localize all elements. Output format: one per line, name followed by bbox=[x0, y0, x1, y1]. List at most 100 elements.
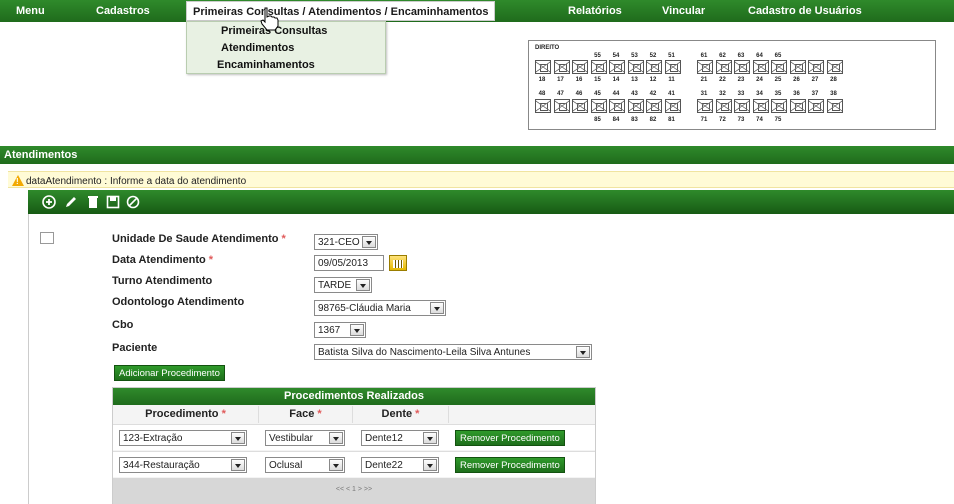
tooth-number-label: 72 bbox=[719, 117, 726, 123]
remove-procedure-button[interactable]: Remover Procedimento bbox=[455, 430, 565, 446]
chevron-down-icon bbox=[350, 324, 364, 336]
tooth-number-label: 28 bbox=[830, 77, 837, 83]
tooth-48[interactable] bbox=[535, 99, 551, 113]
tooth-18[interactable] bbox=[535, 60, 551, 74]
column-header-procedimento: Procedimento * bbox=[113, 406, 259, 423]
dente-select[interactable]: Dente12 bbox=[361, 430, 439, 446]
top-menu-bar: Menu Cadastros Primeiras Consultas / Ate… bbox=[0, 0, 954, 22]
dropdown-item-atendimentos[interactable]: Atendimentos bbox=[221, 42, 294, 54]
odontogram: DIREITO 55 54 53 52 51 61 62 63 64 65 18 17 16 15 14 13… bbox=[528, 40, 936, 130]
tooth-21[interactable] bbox=[697, 60, 713, 74]
panel-title: Atendimentos bbox=[0, 146, 954, 164]
tooth-47[interactable] bbox=[553, 99, 570, 113]
procedimento-select[interactable]: 344-Restauração bbox=[119, 457, 247, 473]
data-atendimento-input[interactable]: 09/05/2013 bbox=[314, 255, 384, 271]
menu-item-cadastros[interactable]: Cadastros bbox=[96, 5, 150, 17]
chevron-down-icon bbox=[231, 459, 245, 471]
menu-item-vincular[interactable]: Vincular bbox=[662, 5, 705, 17]
menu-item-cadastro-usuarios[interactable]: Cadastro de Usuários bbox=[748, 5, 862, 17]
procedimento-select[interactable]: 123-Extração bbox=[119, 430, 247, 446]
calendar-icon[interactable] bbox=[389, 255, 407, 271]
delete-icon[interactable] bbox=[86, 195, 100, 209]
tooth-35[interactable] bbox=[771, 99, 787, 113]
tooth-number-label: 55 bbox=[594, 53, 601, 59]
tooth-number-label: 44 bbox=[612, 91, 620, 97]
row-select-checkbox[interactable] bbox=[40, 232, 54, 244]
paciente-label: Paciente bbox=[112, 342, 158, 354]
menu-item-menu[interactable]: Menu bbox=[16, 5, 45, 17]
add-icon[interactable] bbox=[42, 195, 56, 209]
tooth-44[interactable] bbox=[609, 99, 625, 113]
tooth-28[interactable] bbox=[826, 60, 843, 74]
unidade-select[interactable]: 321-CEO bbox=[314, 234, 378, 250]
menu-item-consultas[interactable]: Primeiras Consultas / Atendimentos / Enc… bbox=[186, 1, 496, 21]
tooth-46[interactable] bbox=[572, 99, 588, 113]
tooth-31[interactable] bbox=[697, 99, 713, 113]
turno-select[interactable]: TARDE bbox=[314, 277, 372, 293]
alert-message: dataAtendimento : Informe a data do aten… bbox=[26, 176, 247, 187]
tooth-27[interactable] bbox=[808, 60, 824, 74]
paciente-select[interactable]: Batista Silva do Nascimento-Leila Silva … bbox=[314, 344, 592, 360]
tooth-number-label: 51 bbox=[668, 53, 675, 59]
data-atendimento-label: Data Atendimento * bbox=[112, 254, 214, 266]
tooth-number-label: 41 bbox=[668, 91, 675, 97]
tooth-43[interactable] bbox=[627, 99, 644, 113]
tooth-41[interactable] bbox=[664, 99, 681, 113]
tooth-16[interactable] bbox=[572, 60, 588, 74]
tooth-number-label: 71 bbox=[700, 117, 708, 123]
tooth-45[interactable] bbox=[590, 99, 607, 113]
tooth-number-label: 22 bbox=[719, 77, 726, 83]
tooth-number-label: 23 bbox=[737, 77, 745, 83]
procedures-table: Procedimentos Realizados Procedimento * … bbox=[112, 387, 596, 504]
face-select[interactable]: Vestibular bbox=[265, 430, 345, 446]
save-icon[interactable] bbox=[106, 195, 120, 209]
tooth-42[interactable] bbox=[646, 99, 662, 113]
tooth-36[interactable] bbox=[789, 99, 806, 113]
odontologo-select[interactable]: 98765-Cláudia Maria bbox=[314, 300, 446, 316]
tooth-number-label: 18 bbox=[538, 77, 546, 83]
tooth-number-label: 27 bbox=[811, 77, 819, 83]
chevron-down-icon bbox=[430, 302, 444, 314]
tooth-26[interactable] bbox=[789, 60, 806, 74]
tooth-number-label: 54 bbox=[612, 53, 620, 59]
odontologo-label: Odontologo Atendimento bbox=[112, 296, 245, 308]
tooth-23[interactable] bbox=[734, 60, 750, 74]
tooth-number-label: 85 bbox=[594, 117, 601, 123]
tooth-number-label: 84 bbox=[612, 117, 620, 123]
tooth-34[interactable] bbox=[752, 99, 769, 113]
odontogram-side-label: DIREITO bbox=[535, 45, 560, 51]
tooth-11[interactable] bbox=[664, 60, 681, 74]
tooth-12[interactable] bbox=[646, 60, 662, 74]
table-pager[interactable]: << < 1 > >> bbox=[113, 478, 595, 504]
tooth-22[interactable] bbox=[715, 60, 732, 74]
dropdown-item-encaminhamentos[interactable]: Encaminhamentos bbox=[217, 59, 315, 71]
tooth-15[interactable] bbox=[590, 60, 607, 74]
tooth-37[interactable] bbox=[808, 99, 824, 113]
tooth-33[interactable] bbox=[734, 99, 750, 113]
tooth-25[interactable] bbox=[771, 60, 787, 74]
tooth-14[interactable] bbox=[609, 60, 625, 74]
chevron-down-icon bbox=[231, 432, 245, 444]
tooth-number-label: 26 bbox=[793, 77, 800, 83]
tooth-number-label: 32 bbox=[719, 91, 726, 97]
tooth-17[interactable] bbox=[553, 60, 570, 74]
menu-item-relatorios[interactable]: Relatórios bbox=[568, 5, 622, 17]
tooth-number-label: 37 bbox=[811, 91, 819, 97]
face-select[interactable]: Oclusal bbox=[265, 457, 345, 473]
tooth-24[interactable] bbox=[752, 60, 769, 74]
tooth-38[interactable] bbox=[826, 99, 843, 113]
consultas-dropdown-menu: Primeiras Consultas Atendimentos Encamin… bbox=[186, 21, 386, 74]
tooth-13[interactable] bbox=[627, 60, 644, 74]
dente-select[interactable]: Dente22 bbox=[361, 457, 439, 473]
tooth-number-label: 73 bbox=[737, 117, 745, 123]
add-procedure-button[interactable]: Adicionar Procedimento bbox=[114, 365, 225, 381]
chevron-down-icon bbox=[423, 459, 437, 471]
cancel-icon[interactable] bbox=[126, 195, 140, 209]
cbo-select[interactable]: 1367 bbox=[314, 322, 366, 338]
tooth-32[interactable] bbox=[715, 99, 732, 113]
tooth-number-label: 33 bbox=[737, 91, 745, 97]
edit-icon[interactable] bbox=[64, 195, 78, 209]
tooth-number-label: 63 bbox=[737, 53, 745, 59]
tooth-number-label: 36 bbox=[793, 91, 800, 97]
remove-procedure-button[interactable]: Remover Procedimento bbox=[455, 457, 565, 473]
